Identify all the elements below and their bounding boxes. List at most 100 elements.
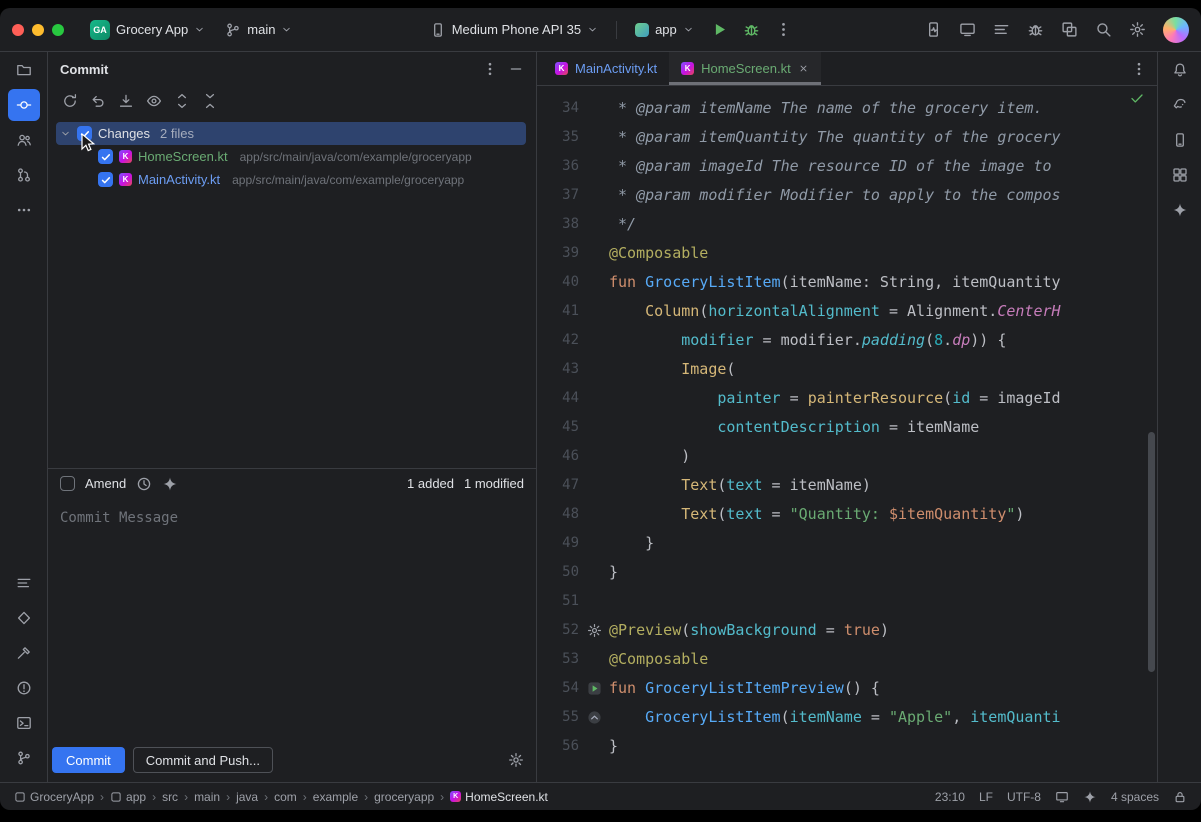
logcat-tool-button[interactable] [8,567,40,599]
running-devices-button[interactable] [953,16,981,44]
run-button[interactable] [706,16,734,44]
breadcrumb-item[interactable]: GroceryApp [14,790,94,804]
minimize-window-button[interactable] [32,24,44,36]
breadcrumb-item[interactable]: app [110,790,146,804]
code-line[interactable]: 34 * @param itemName The name of the gro… [537,94,1157,123]
settings-button[interactable] [1123,16,1151,44]
breadcrumb-item[interactable]: main [194,790,220,804]
code-line[interactable]: 48 Text(text = "Quantity: $itemQuantity"… [537,500,1157,529]
device-manager-tool-button[interactable] [1164,124,1196,156]
close-tab-icon[interactable] [798,63,809,74]
tab-MainActivity.kt[interactable]: KMainActivity.kt [543,52,669,85]
code-line[interactable]: 45 contentDescription = itemName [537,413,1157,442]
run-gutter-icon[interactable] [579,674,609,703]
indent-widget[interactable]: 4 spaces [1111,790,1159,804]
problems-tool-button[interactable] [8,672,40,704]
refresh-button[interactable] [62,93,78,109]
file-checkbox[interactable] [98,149,113,164]
notifications-tool-button[interactable] [1164,54,1196,86]
code-line[interactable]: 54fun GroceryListItemPreview() { [537,674,1157,703]
commit-history-icon[interactable] [136,476,152,492]
gradle-tool-button[interactable] [1164,89,1196,121]
preview-diff-button[interactable] [146,93,162,109]
terminal-tool-button[interactable] [8,707,40,739]
code-line[interactable]: 41 Column(horizontalAlignment = Alignmen… [537,297,1157,326]
code-line[interactable]: 42 modifier = modifier.padding(8.dp)) { [537,326,1157,355]
resource-manager-tool-button[interactable] [1164,159,1196,191]
code-line[interactable]: 52@Preview(showBackground = true) [537,616,1157,645]
commit-message-input[interactable]: Commit Message [48,498,536,742]
pull-requests-tool-button[interactable] [8,159,40,191]
debug-button[interactable] [738,16,766,44]
panel-options-icon[interactable] [482,61,498,77]
file-checkbox[interactable] [98,172,113,187]
write-access-icon[interactable] [1173,790,1187,804]
code-line[interactable]: 39@Composable [537,239,1157,268]
code-line[interactable]: 36 * @param imageId The resource ID of t… [537,152,1157,181]
code-line[interactable]: 55 GroceryListItem(itemName = "Apple", i… [537,703,1157,732]
code-line[interactable]: 49 } [537,529,1157,558]
commit-and-push-button[interactable]: Commit and Push... [133,747,273,773]
close-window-button[interactable] [12,24,24,36]
version-control-tool-button[interactable] [8,742,40,774]
code-line[interactable]: 46 ) [537,442,1157,471]
shelve-button[interactable] [118,93,134,109]
reader-mode-icon[interactable] [1055,790,1069,804]
code-line[interactable]: 47 Text(text = itemName) [537,471,1157,500]
code-line[interactable]: 53@Composable [537,645,1157,674]
collapse-all-button[interactable] [202,93,218,109]
gemini-status-icon[interactable] [1083,790,1097,804]
branch-selector[interactable]: main [217,18,300,42]
code-line[interactable]: 38 */ [537,210,1157,239]
project-selector[interactable]: GA Grocery App [82,16,213,44]
fold-gutter-icon[interactable] [579,703,609,732]
user-avatar[interactable] [1163,17,1189,43]
tab-HomeScreen.kt[interactable]: KHomeScreen.kt [669,52,821,85]
breadcrumb-item[interactable]: src [162,790,178,804]
encoding-widget[interactable]: UTF-8 [1007,790,1041,804]
expand-all-button[interactable] [174,93,190,109]
device-selector[interactable]: Medium Phone API 35 [422,18,606,42]
code-line[interactable]: 51 [537,587,1157,616]
breadcrumb-item[interactable]: groceryapp [374,790,434,804]
app-inspection-button[interactable] [1021,16,1049,44]
gemini-tool-button[interactable] [1164,194,1196,226]
zoom-window-button[interactable] [52,24,64,36]
logcat-button[interactable] [987,16,1015,44]
breadcrumb-item[interactable]: java [236,790,258,804]
more-actions-button[interactable] [770,16,798,44]
run-config-selector[interactable]: app [627,18,702,41]
code-line[interactable]: 40fun GroceryListItem(itemName: String, … [537,268,1157,297]
more-tools-tool-button[interactable] [8,194,40,226]
app-quality-insights-tool-button[interactable] [8,602,40,634]
commit-options-gear-icon[interactable] [508,752,524,768]
amend-checkbox[interactable] [60,476,75,491]
changes-checkbox[interactable] [77,126,92,141]
line-separator-widget[interactable]: LF [979,790,993,804]
ai-commit-message-icon[interactable] [162,476,178,492]
hide-panel-icon[interactable] [508,61,524,77]
commit-button[interactable]: Commit [52,747,125,773]
code-line[interactable]: 44 painter = painterResource(id = imageI… [537,384,1157,413]
code-line[interactable]: 50} [537,558,1157,587]
code-line[interactable]: 56} [537,732,1157,761]
search-everywhere-button[interactable] [1089,16,1117,44]
changed-file-row[interactable]: KMainActivity.ktapp/src/main/java/com/ex… [48,168,536,191]
cursor-position-widget[interactable]: 23:10 [935,790,965,804]
changes-root-row[interactable]: Changes 2 files [56,122,526,145]
changed-file-row[interactable]: KHomeScreen.ktapp/src/main/java/com/exam… [48,145,536,168]
breadcrumb-item[interactable]: example [313,790,358,804]
code-line[interactable]: 43 Image( [537,355,1157,384]
project-tool-button[interactable] [8,54,40,86]
layout-inspector-button[interactable] [1055,16,1083,44]
structure-tool-button[interactable] [8,124,40,156]
chevron-down-icon[interactable] [60,128,71,139]
editor-scrollbar[interactable] [1148,432,1155,672]
code-line[interactable]: 37 * @param modifier Modifier to apply t… [537,181,1157,210]
breadcrumb-item[interactable]: KHomeScreen.kt [450,790,548,804]
breadcrumb-item[interactable]: com [274,790,297,804]
commit-tool-button[interactable] [8,89,40,121]
editor-options-icon[interactable] [1131,61,1147,77]
inspections-ok-icon[interactable] [1129,90,1145,106]
code-line[interactable]: 35 * @param itemQuantity The quantity of… [537,123,1157,152]
